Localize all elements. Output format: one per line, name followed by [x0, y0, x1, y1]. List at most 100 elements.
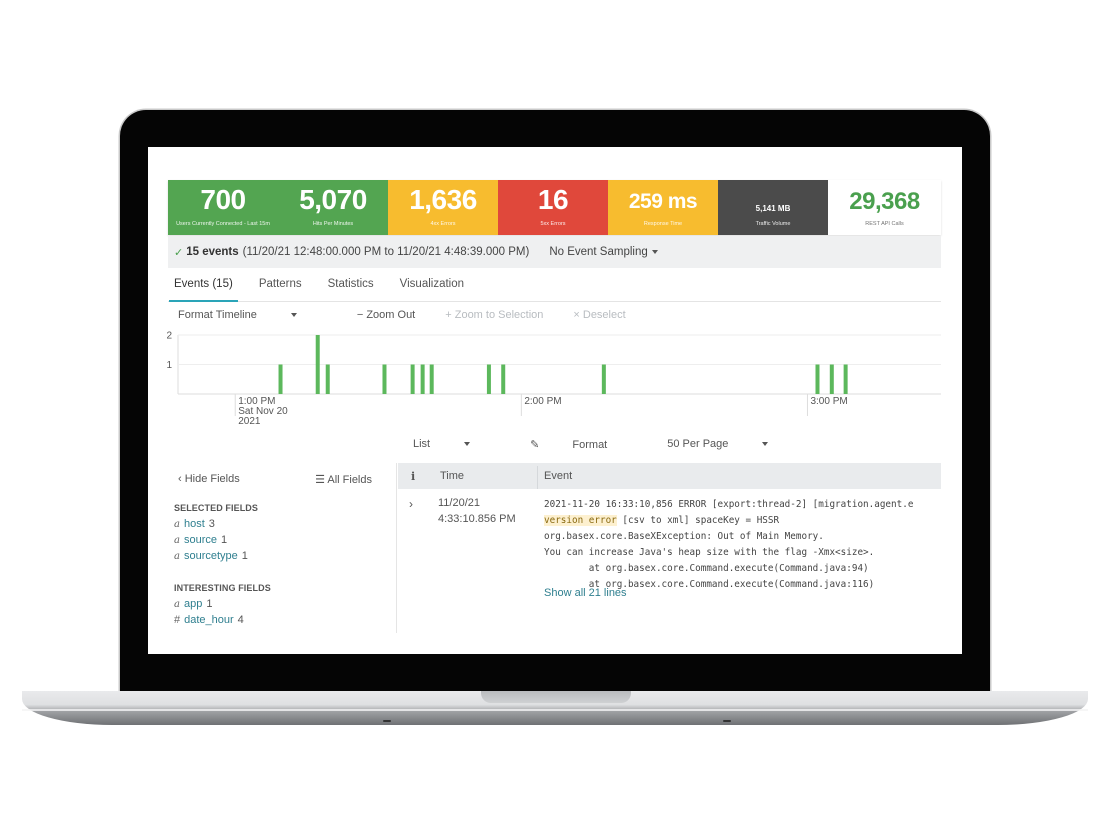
timeline-bar — [382, 364, 387, 394]
all-fields-button[interactable]: ☰ All Fields — [315, 473, 372, 486]
kpi-4xx-errors[interactable]: 1,636 4xx Errors — [388, 180, 498, 235]
field-item[interactable]: a sourcetype 1 — [174, 550, 248, 562]
laptop-screen: 700 Users Currently Connected - Last 15m… — [148, 147, 962, 654]
tab-statistics[interactable]: Statistics — [328, 271, 374, 301]
event-line: version error [csv to xml] spaceKey = HS… — [544, 513, 913, 529]
field-item[interactable]: a source 1 — [174, 534, 227, 546]
x-tick-label: 3:00 PM — [810, 396, 847, 407]
timeline-bar — [315, 335, 320, 394]
fields-sidebar: ‹ Hide Fields ☰ All Fields SELECTED FIEL… — [168, 463, 397, 633]
kpi-value: 16 — [537, 184, 569, 215]
timeline-bar — [815, 364, 820, 394]
event-line-text: [csv to xml] spaceKey = HSSR — [616, 515, 780, 526]
chevron-right-icon[interactable]: › — [409, 497, 413, 511]
field-item[interactable]: # date_hour 4 — [174, 614, 244, 626]
number-type-icon: # — [174, 614, 181, 626]
format-button[interactable]: ✎ Format — [530, 438, 637, 451]
format-timeline-dropdown[interactable]: Format Timeline — [178, 309, 327, 321]
timeline-bar — [829, 364, 834, 394]
kpi-hits-per-minute[interactable]: 5,070 Hits Per Minutes — [278, 180, 388, 235]
event-line: org.basex.core.BaseXException: Out of Ma… — [544, 531, 824, 542]
event-count: 15 events — [186, 246, 239, 258]
per-page-label: 50 Per Page — [667, 438, 729, 450]
list-icon: ☰ — [315, 474, 328, 486]
field-item[interactable]: a app 1 — [174, 598, 212, 610]
field-count: 1 — [206, 598, 213, 610]
all-fields-label: All Fields — [327, 474, 372, 486]
kpi-label: Users Currently Connected - Last 15m — [176, 221, 270, 227]
event-sampling-dropdown[interactable]: No Event Sampling — [549, 246, 658, 258]
list-view-dropdown[interactable]: List — [413, 438, 500, 451]
x-tick-label: 2021 — [238, 416, 261, 427]
show-all-lines-link[interactable]: Show all 21 lines — [544, 587, 627, 599]
info-column-header: i — [411, 470, 416, 483]
deselect-button[interactable]: × Deselect — [573, 309, 625, 321]
field-name: sourcetype — [183, 550, 238, 562]
event-column-header[interactable]: Event — [537, 466, 572, 489]
list-view-label: List — [413, 438, 431, 450]
event-date: 11/20/21 — [438, 497, 481, 509]
results-tabs: Events (15) Patterns Statistics Visualiz… — [168, 271, 941, 302]
timeline-bar — [410, 364, 415, 394]
zoom-out-button[interactable]: − Zoom Out — [357, 309, 415, 321]
kpi-label: REST API Calls — [865, 221, 904, 227]
event-raw-text[interactable]: 2021-11-20 16:33:10,856 ERROR [export:th… — [544, 497, 913, 593]
kpi-bar: 700 Users Currently Connected - Last 15m… — [168, 180, 941, 235]
kpi-5xx-errors[interactable]: 16 5xx Errors — [498, 180, 608, 235]
kpi-value: 5,070 — [299, 184, 367, 215]
zoom-to-selection-button[interactable]: + Zoom to Selection — [445, 309, 543, 321]
event-line: You can increase Java's heap size with t… — [544, 547, 875, 558]
field-count: 4 — [237, 614, 244, 626]
field-name: host — [183, 518, 205, 530]
hide-fields-button[interactable]: ‹ Hide Fields — [178, 473, 240, 485]
time-column-header[interactable]: Time — [440, 470, 464, 482]
laptop-foot — [383, 720, 391, 722]
y-tick-label: 1 — [166, 360, 172, 371]
string-type-icon: a — [174, 519, 180, 530]
timeline-svg: 121:00 PMSat Nov 2020212:00 PM 3:00 PM — [166, 331, 941, 427]
kpi-response-time[interactable]: 259 ms Response Time — [608, 180, 718, 235]
caret-down-icon — [651, 249, 658, 254]
pencil-icon: ✎ — [530, 439, 543, 451]
x-tick-label: 2:00 PM — [524, 396, 561, 407]
string-type-icon: a — [174, 599, 180, 610]
field-count: 3 — [208, 518, 215, 530]
string-type-icon: a — [174, 551, 180, 562]
list-controls: List ✎ Format 50 Per Page — [413, 438, 828, 451]
field-name: date_hour — [184, 614, 234, 626]
event-line: at org.basex.core.Command.execute(Comman… — [544, 563, 869, 574]
tab-patterns[interactable]: Patterns — [259, 271, 302, 301]
format-timeline-label: Format Timeline — [178, 309, 257, 321]
timeline-bar — [278, 364, 283, 394]
events-table: i Time Event › 11/20/21 4:33:10.856 PM 2… — [398, 463, 941, 654]
kpi-label: 4xx Errors — [430, 221, 456, 227]
kpi-value: 700 — [200, 184, 246, 215]
kpi-value: 1,636 — [409, 184, 477, 215]
events-table-header: i Time Event — [398, 463, 941, 489]
kpi-label: Traffic Volume — [755, 221, 791, 227]
check-icon: ✓ — [174, 246, 184, 259]
kpi-rest-api-calls[interactable]: 29,368 REST API Calls — [828, 180, 941, 235]
field-count: 1 — [221, 534, 228, 546]
field-name: source — [183, 534, 217, 546]
kpi-label: Response Time — [643, 221, 683, 227]
time-range: (11/20/21 12:48:00.000 PM to 11/20/21 4:… — [242, 246, 530, 258]
kpi-users-connected[interactable]: 700 Users Currently Connected - Last 15m — [168, 180, 278, 235]
event-timeline-chart[interactable]: 1 2 1:00 PM Sat Nov 20 2021 2:00 PM 3:00 PM — [148, 327, 962, 427]
laptop-opening-notch — [481, 691, 631, 703]
field-count: 1 — [241, 550, 248, 562]
tab-visualization[interactable]: Visualization — [400, 271, 464, 301]
field-item[interactable]: a host 3 — [174, 518, 215, 530]
field-name: app — [183, 598, 203, 610]
timeline-bar — [486, 364, 491, 394]
per-page-dropdown[interactable]: 50 Per Page — [667, 438, 798, 451]
search-highlight[interactable]: version error — [544, 515, 617, 526]
kpi-value: 29,368 — [849, 188, 920, 215]
event-time: 11/20/21 4:33:10.856 PM — [438, 495, 516, 527]
kpi-traffic-volume[interactable]: 5,141 MB Traffic Volume — [718, 180, 828, 235]
event-timestamp: 4:33:10.856 PM — [438, 513, 516, 525]
caret-down-icon — [464, 442, 471, 447]
laptop-foot — [723, 720, 731, 722]
kpi-value: 5,141 MB — [755, 204, 791, 213]
tab-events[interactable]: Events (15) — [169, 271, 238, 302]
